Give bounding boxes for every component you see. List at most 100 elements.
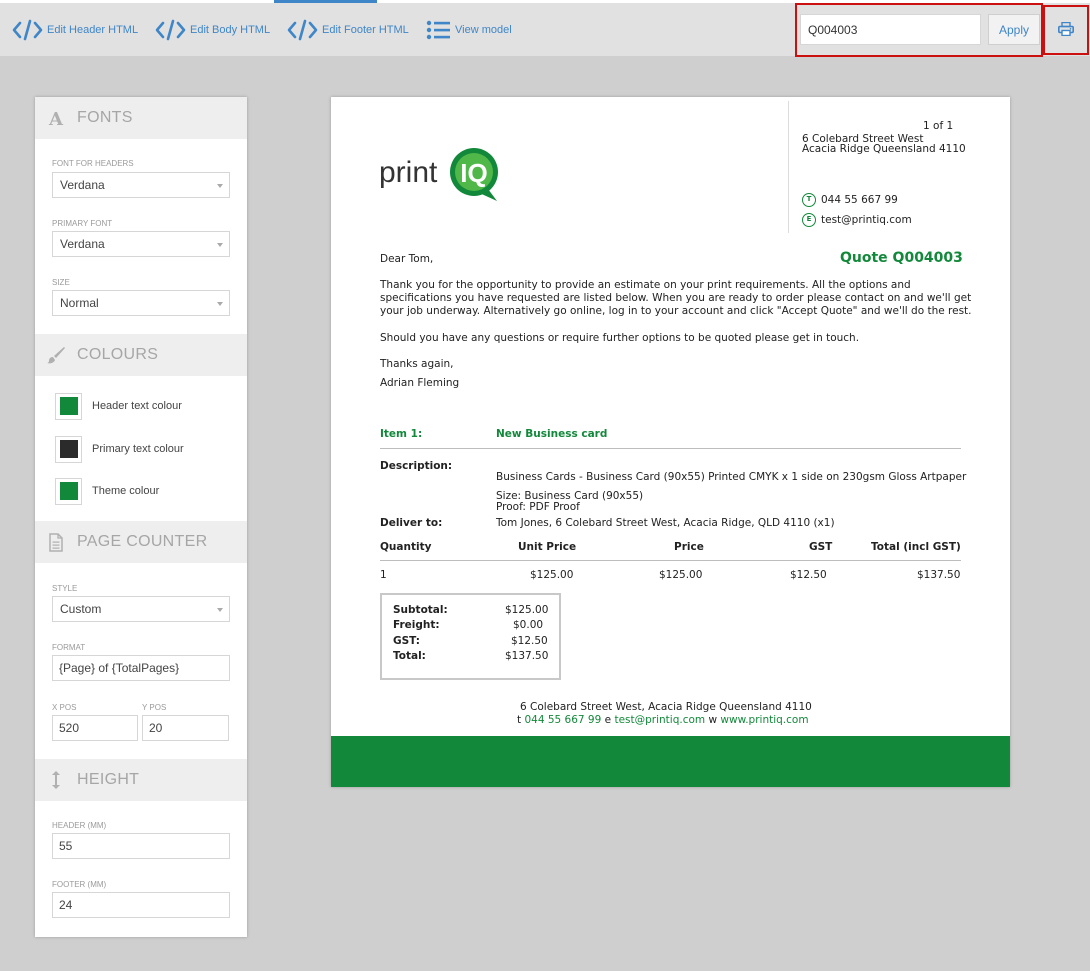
deliver-to-value: Tom Jones, 6 Colebard Street West, Acaci… bbox=[496, 517, 835, 529]
totals-summary-box: Subtotal: $125.00 Freight: $0.00 GST: $1… bbox=[380, 593, 561, 680]
footer-w-label: w bbox=[708, 714, 718, 726]
footer-website-link[interactable]: www.printiq.com bbox=[720, 714, 808, 726]
chevron-down-icon bbox=[217, 302, 223, 306]
total-value: $137.50 bbox=[505, 650, 549, 662]
primary-font-select[interactable]: Verdana bbox=[52, 231, 230, 257]
colours-section-title: COLOURS bbox=[77, 346, 159, 363]
theme-colour-label: Theme colour bbox=[92, 485, 160, 497]
size-select[interactable]: Normal bbox=[52, 290, 230, 316]
primary-font-label: PRIMARY FONT bbox=[52, 219, 113, 228]
code-icon bbox=[287, 18, 319, 42]
footer-contact-line: t 044 55 667 99 e test@printiq.com w www… bbox=[517, 714, 809, 727]
company-email: Etest@printiq.com bbox=[802, 213, 912, 227]
size-value: Normal bbox=[60, 296, 99, 310]
view-model-button[interactable]: View model bbox=[426, 15, 512, 45]
size-label: SIZE bbox=[52, 278, 70, 287]
footer-address: 6 Colebard Street West, Acacia Ridge Que… bbox=[520, 701, 812, 713]
swatch-fill bbox=[59, 482, 78, 500]
height-section-header[interactable]: HEIGHT bbox=[35, 759, 247, 801]
chevron-down-icon bbox=[217, 608, 223, 612]
theme-footer-bar bbox=[331, 736, 1010, 787]
header-height-input[interactable] bbox=[52, 833, 230, 859]
header-divider bbox=[788, 101, 789, 233]
colour-swatch bbox=[55, 477, 82, 505]
svg-text:A: A bbox=[48, 109, 64, 127]
settings-panel: A FONTS FONT FOR HEADERS Verdana PRIMARY… bbox=[35, 97, 247, 937]
primary-font-value: Verdana bbox=[60, 237, 105, 251]
chevron-down-icon bbox=[217, 243, 223, 247]
company-phone-value: 044 55 667 99 bbox=[821, 194, 898, 206]
edit-header-html-label: Edit Header HTML bbox=[47, 24, 139, 36]
fonts-section-title: FONTS bbox=[77, 109, 133, 126]
edit-body-html-button[interactable]: Edit Body HTML bbox=[155, 15, 270, 45]
table-cell-total: $137.50 bbox=[917, 569, 961, 581]
xpos-input[interactable] bbox=[52, 715, 138, 741]
swatch-fill bbox=[59, 397, 78, 415]
edit-header-html-button[interactable]: Edit Header HTML bbox=[12, 15, 138, 45]
table-cell-quantity: 1 bbox=[380, 569, 387, 581]
questions-paragraph: Should you have any questions or require… bbox=[380, 332, 860, 344]
logo-wordmark: print bbox=[379, 156, 438, 189]
company-phone: T 044 55 667 99 bbox=[802, 193, 898, 207]
table-header-unit-price: Unit Price bbox=[518, 541, 577, 553]
total-label: Total: bbox=[393, 650, 426, 662]
swatch-fill bbox=[59, 440, 78, 458]
table-header-total: Total (incl GST) bbox=[871, 541, 961, 553]
footer-email-link[interactable]: test@printiq.com bbox=[614, 714, 705, 726]
style-value: Custom bbox=[60, 602, 102, 616]
primary-text-colour-label: Primary text colour bbox=[92, 443, 184, 455]
ypos-input[interactable] bbox=[142, 715, 229, 741]
chevron-down-icon bbox=[217, 184, 223, 188]
intro-paragraph-line1: Thank you for the opportunity to provide… bbox=[380, 279, 911, 291]
table-cell-price: $125.00 bbox=[659, 569, 703, 581]
description-label: Description: bbox=[380, 460, 453, 472]
edit-body-html-label: Edit Body HTML bbox=[190, 24, 271, 36]
edit-footer-html-label: Edit Footer HTML bbox=[322, 24, 409, 36]
header-text-colour-picker[interactable]: Header text colour bbox=[55, 392, 182, 420]
view-model-label: View model bbox=[455, 24, 512, 36]
page-counter-section-header[interactable]: PAGE COUNTER bbox=[35, 521, 247, 563]
quote-document-preview: print IQ 1 of 1 6 Colebard Street West A… bbox=[331, 97, 1010, 787]
header-font-select[interactable]: Verdana bbox=[52, 172, 230, 198]
brush-icon bbox=[35, 345, 77, 365]
freight-label: Freight: bbox=[393, 619, 440, 631]
item-label: Item 1: bbox=[380, 428, 423, 440]
page-counter-text: 1 of 1 bbox=[923, 120, 954, 132]
footer-height-input[interactable] bbox=[52, 892, 230, 918]
style-select[interactable]: Custom bbox=[52, 596, 230, 622]
fonts-section-header[interactable]: A FONTS bbox=[35, 97, 247, 139]
theme-colour-picker[interactable]: Theme colour bbox=[55, 477, 159, 505]
quote-title: Quote Q004003 bbox=[840, 250, 963, 266]
quote-number-input[interactable] bbox=[800, 14, 981, 45]
logo-mark: IQ bbox=[460, 158, 487, 188]
table-header-quantity: Quantity bbox=[380, 541, 432, 553]
header-text-colour-label: Header text colour bbox=[92, 400, 182, 412]
print-button[interactable] bbox=[1043, 5, 1089, 55]
intro-paragraph-line2: specifications you have requested are li… bbox=[380, 292, 972, 304]
item-name: New Business card bbox=[496, 428, 608, 440]
document-icon bbox=[35, 532, 77, 552]
format-input[interactable] bbox=[52, 655, 230, 681]
footer-e-label: e bbox=[604, 714, 612, 726]
primary-text-colour-picker[interactable]: Primary text colour bbox=[55, 435, 184, 463]
item-divider bbox=[380, 448, 961, 449]
table-cell-gst: $12.50 bbox=[790, 569, 827, 581]
intro-paragraph-line3: your job underway. Alternatively go onli… bbox=[380, 305, 972, 317]
list-icon bbox=[426, 18, 452, 42]
footer-height-label: FOOTER (MM) bbox=[52, 880, 107, 889]
vertical-resize-icon bbox=[35, 770, 77, 790]
footer-phone-link[interactable]: 044 55 667 99 bbox=[524, 714, 601, 726]
email-badge-icon: E bbox=[802, 213, 816, 227]
deliver-to-label: Deliver to: bbox=[380, 517, 443, 529]
subtotal-label: Subtotal: bbox=[393, 604, 448, 616]
apply-button[interactable]: Apply bbox=[988, 14, 1040, 45]
active-tab-indicator bbox=[274, 0, 377, 3]
header-height-label: HEADER (MM) bbox=[52, 821, 107, 830]
height-section-title: HEIGHT bbox=[77, 771, 140, 788]
colours-section-header[interactable]: COLOURS bbox=[35, 334, 247, 376]
printer-icon bbox=[1058, 21, 1074, 40]
table-header-divider bbox=[380, 560, 961, 561]
font-icon: A bbox=[35, 109, 77, 127]
subtotal-value: $125.00 bbox=[505, 604, 549, 616]
edit-footer-html-button[interactable]: Edit Footer HTML bbox=[287, 15, 409, 45]
